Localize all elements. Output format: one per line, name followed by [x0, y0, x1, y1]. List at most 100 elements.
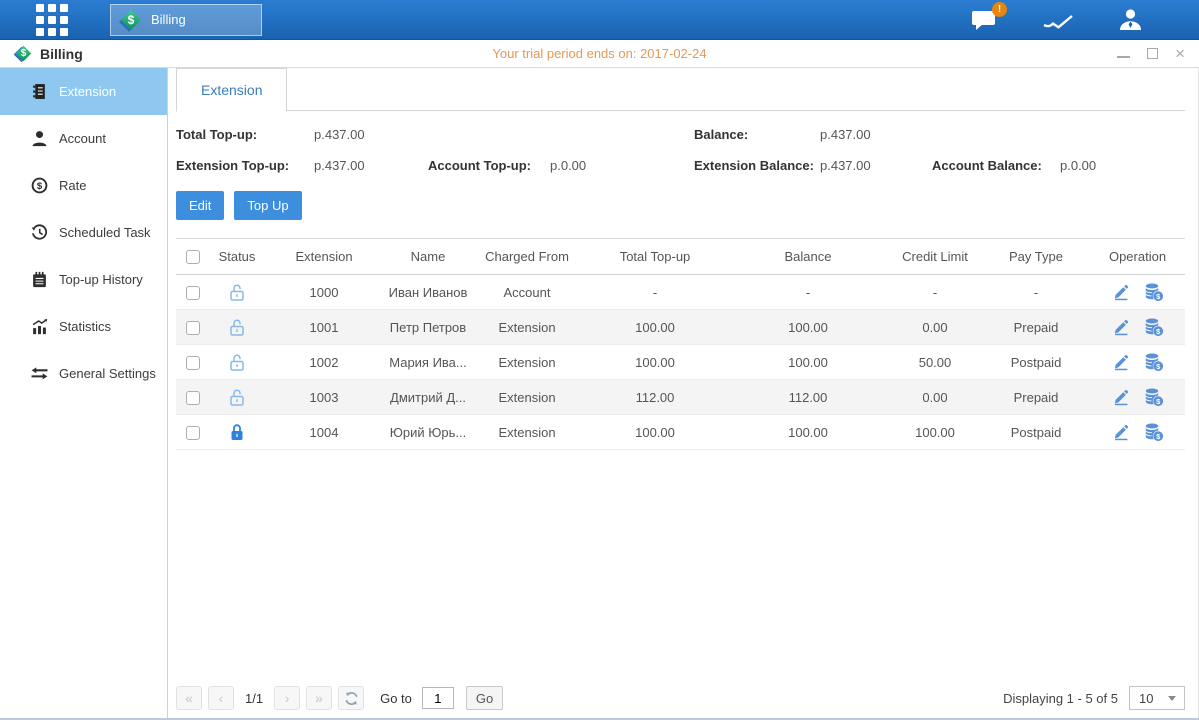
chevron-down-icon [1168, 696, 1176, 701]
lock-open-icon[interactable] [229, 318, 245, 337]
user-icon[interactable] [1118, 8, 1143, 31]
tab-extension[interactable]: Extension [176, 68, 287, 112]
extension-cell: 1002 [264, 345, 384, 380]
goto-page-input[interactable] [422, 687, 454, 709]
lock-open-icon[interactable] [229, 283, 245, 302]
pay-type-cell: Postpaid [982, 415, 1090, 450]
messages-icon[interactable]: ! [971, 9, 998, 31]
go-button[interactable]: Go [466, 686, 503, 710]
minimize-button[interactable] [1117, 49, 1130, 58]
apps-grid-icon[interactable] [36, 4, 68, 36]
operation-cell: $ [1091, 283, 1184, 302]
monitor-icon[interactable] [1042, 9, 1074, 30]
edit-icon[interactable] [1112, 353, 1130, 371]
topup-icon[interactable]: $ [1144, 318, 1164, 337]
row-checkbox[interactable] [186, 356, 200, 370]
total-topup-cell: 100.00 [582, 415, 728, 450]
edit-icon[interactable] [1112, 388, 1130, 406]
topup-icon[interactable]: $ [1144, 353, 1164, 372]
status-cell [210, 345, 264, 380]
sidebar-item-scheduled-task[interactable]: Scheduled Task [0, 209, 167, 256]
topup-history-icon [31, 271, 48, 288]
maximize-button[interactable] [1147, 48, 1158, 59]
credit-limit-cell: 0.00 [888, 310, 982, 345]
desktop-topbar: $ Billing ! [0, 0, 1199, 40]
prev-page-button[interactable]: ‹ [208, 686, 234, 710]
charged-from-cell: Extension [472, 345, 582, 380]
window-title: Billing [40, 46, 83, 62]
name-cell: Дмитрий Д... [384, 380, 472, 415]
operation-cell: $ [1091, 388, 1184, 407]
lock-open-icon[interactable] [229, 353, 245, 372]
sidebar-item-label: General Settings [59, 366, 156, 381]
balance-cell: 100.00 [728, 415, 888, 450]
lock-open-icon[interactable] [229, 388, 245, 407]
row-checkbox[interactable] [186, 426, 200, 440]
billing-window-icon: $ [14, 44, 33, 63]
topup-icon[interactable]: $ [1144, 388, 1164, 407]
topup-icon[interactable]: $ [1144, 423, 1164, 442]
balance-cell: - [728, 275, 888, 310]
account-topup-label: Account Top-up: [428, 158, 550, 173]
next-page-button[interactable]: › [274, 686, 300, 710]
credit-limit-cell: - [888, 275, 982, 310]
pay-type-cell: Postpaid [982, 345, 1090, 380]
tab-bar: Extension [176, 68, 1185, 111]
sidebar-item-label: Scheduled Task [59, 225, 151, 240]
table-row: 1003Дмитрий Д...Extension112.00112.000.0… [176, 380, 1185, 415]
page-size-value: 10 [1139, 691, 1153, 706]
select-all-checkbox[interactable] [186, 250, 200, 264]
charged-from-cell: Extension [472, 415, 582, 450]
lock-closed-icon[interactable] [229, 423, 245, 442]
taskbar-item-label: Billing [151, 12, 186, 27]
last-page-button[interactable]: » [306, 686, 332, 710]
extension-cell: 1003 [264, 380, 384, 415]
account-balance-value: p.0.00 [1060, 158, 1096, 173]
row-checkbox[interactable] [186, 286, 200, 300]
edit-icon[interactable] [1112, 423, 1130, 441]
pay-type-cell: Prepaid [982, 310, 1090, 345]
top-up-button[interactable]: Top Up [234, 191, 301, 220]
row-checkbox[interactable] [186, 391, 200, 405]
sidebar-item-extension[interactable]: Extension [0, 68, 167, 115]
col-name: Name [384, 239, 472, 275]
account-topup-value: p.0.00 [550, 158, 586, 173]
col-balance: Balance [728, 239, 888, 275]
taskbar-item-billing[interactable]: $ Billing [110, 4, 262, 36]
extension-balance-value: p.437.00 [820, 158, 932, 173]
col-credit-limit: Credit Limit [888, 239, 982, 275]
credit-limit-cell: 0.00 [888, 380, 982, 415]
page-size-dropdown[interactable]: 10 [1129, 686, 1185, 710]
edit-button[interactable]: Edit [176, 191, 224, 220]
charged-from-cell: Account [472, 275, 582, 310]
sidebar-item-rate[interactable]: $ Rate [0, 162, 167, 209]
credit-limit-cell: 50.00 [888, 345, 982, 380]
sidebar-item-label: Extension [59, 84, 116, 99]
status-cell [210, 310, 264, 345]
refresh-button[interactable] [338, 686, 364, 710]
general-settings-icon [31, 365, 48, 382]
row-checkbox[interactable] [186, 321, 200, 335]
table-header-row: Status Extension Name Charged From Total… [176, 239, 1185, 275]
sidebar-item-general-settings[interactable]: General Settings [0, 350, 167, 397]
col-total-topup: Total Top-up [582, 239, 728, 275]
name-cell: Мария Ива... [384, 345, 472, 380]
topup-icon[interactable]: $ [1144, 283, 1164, 302]
operation-cell: $ [1091, 423, 1184, 442]
table-row: 1004Юрий Юрь...Extension100.00100.00100.… [176, 415, 1185, 450]
trial-notice: Your trial period ends on: 2017-02-24 [0, 46, 1199, 61]
charged-from-cell: Extension [472, 380, 582, 415]
pay-type-cell: - [982, 275, 1090, 310]
total-topup-label: Total Top-up: [176, 127, 314, 142]
edit-icon[interactable] [1112, 318, 1130, 336]
first-page-button[interactable]: « [176, 686, 202, 710]
sidebar-item-account[interactable]: Account [0, 115, 167, 162]
sidebar-item-topup-history[interactable]: Top-up History [0, 256, 167, 303]
table-row: 1000Иван ИвановAccount----$ [176, 275, 1185, 310]
svg-text:$: $ [37, 181, 43, 192]
extension-cell: 1000 [264, 275, 384, 310]
edit-icon[interactable] [1112, 283, 1130, 301]
close-button[interactable]: × [1175, 48, 1185, 59]
sidebar-item-statistics[interactable]: Statistics [0, 303, 167, 350]
rate-icon: $ [31, 177, 48, 194]
